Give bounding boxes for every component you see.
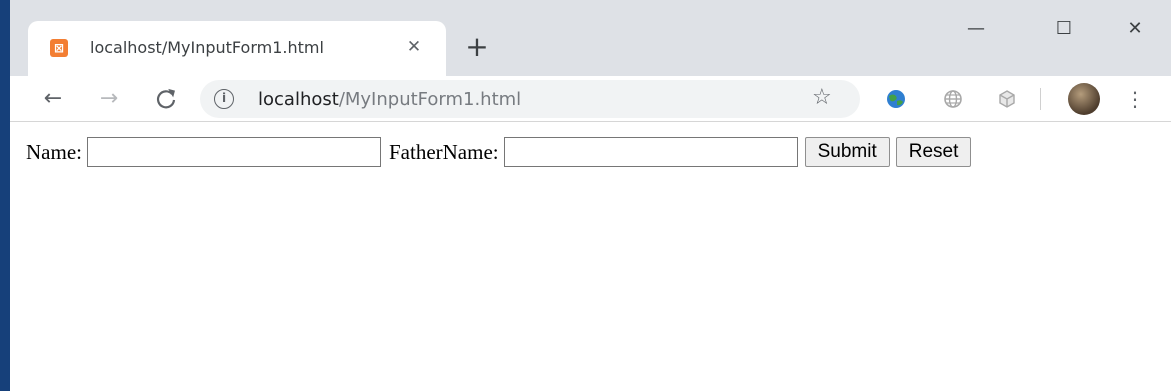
desktop-edge bbox=[0, 0, 10, 391]
forward-button[interactable]: → bbox=[94, 84, 124, 114]
bookmark-star-icon[interactable]: ☆ bbox=[812, 85, 832, 110]
xampp-favicon-icon: ⊠ bbox=[50, 39, 68, 57]
father-name-label: FatherName: bbox=[388, 139, 499, 164]
address-bar[interactable]: i localhost/MyInputForm1.html ☆ bbox=[200, 80, 860, 118]
maximize-button[interactable]: ☐ bbox=[1044, 14, 1084, 44]
back-button[interactable]: ← bbox=[38, 84, 68, 114]
earth-extension-icon[interactable] bbox=[884, 87, 908, 111]
reset-button[interactable]: Reset bbox=[895, 137, 972, 167]
menu-kebab-icon[interactable]: ⋮ bbox=[1125, 86, 1145, 112]
name-input[interactable] bbox=[86, 137, 381, 167]
tab-close-icon[interactable]: ✕ bbox=[402, 35, 426, 59]
site-info-icon[interactable]: i bbox=[214, 89, 234, 109]
submit-button[interactable]: Submit bbox=[804, 137, 890, 167]
browser-window: ⊠ localhost/MyInputForm1.html ✕ + — ☐ ✕ … bbox=[10, 0, 1171, 391]
cube-extension-icon[interactable] bbox=[995, 87, 1019, 111]
url-host: localhost bbox=[258, 89, 339, 110]
tab-active[interactable]: ⊠ localhost/MyInputForm1.html ✕ bbox=[28, 21, 446, 76]
minimize-button[interactable]: — bbox=[956, 14, 996, 44]
browser-toolbar: ← → i localhost/MyInputForm1.html ☆ ⋮ bbox=[10, 76, 1171, 122]
tab-title: localhost/MyInputForm1.html bbox=[90, 38, 324, 57]
input-form: Name: FatherName: Submit Reset bbox=[26, 137, 972, 167]
url-path: /MyInputForm1.html bbox=[338, 89, 522, 110]
url-text[interactable]: localhost/MyInputForm1.html bbox=[258, 89, 521, 110]
reload-icon bbox=[156, 88, 176, 109]
profile-avatar[interactable] bbox=[1068, 83, 1100, 115]
reload-button[interactable] bbox=[151, 84, 181, 114]
tab-strip: ⊠ localhost/MyInputForm1.html ✕ + — ☐ ✕ bbox=[10, 0, 1171, 76]
father-name-input[interactable] bbox=[503, 137, 798, 167]
globe-extension-icon[interactable] bbox=[941, 87, 965, 111]
toolbar-separator bbox=[1040, 88, 1041, 110]
page-content: Name: FatherName: Submit Reset bbox=[10, 123, 1171, 391]
new-tab-button[interactable]: + bbox=[462, 33, 492, 63]
close-window-button[interactable]: ✕ bbox=[1115, 14, 1155, 44]
name-label: Name: bbox=[26, 139, 82, 164]
